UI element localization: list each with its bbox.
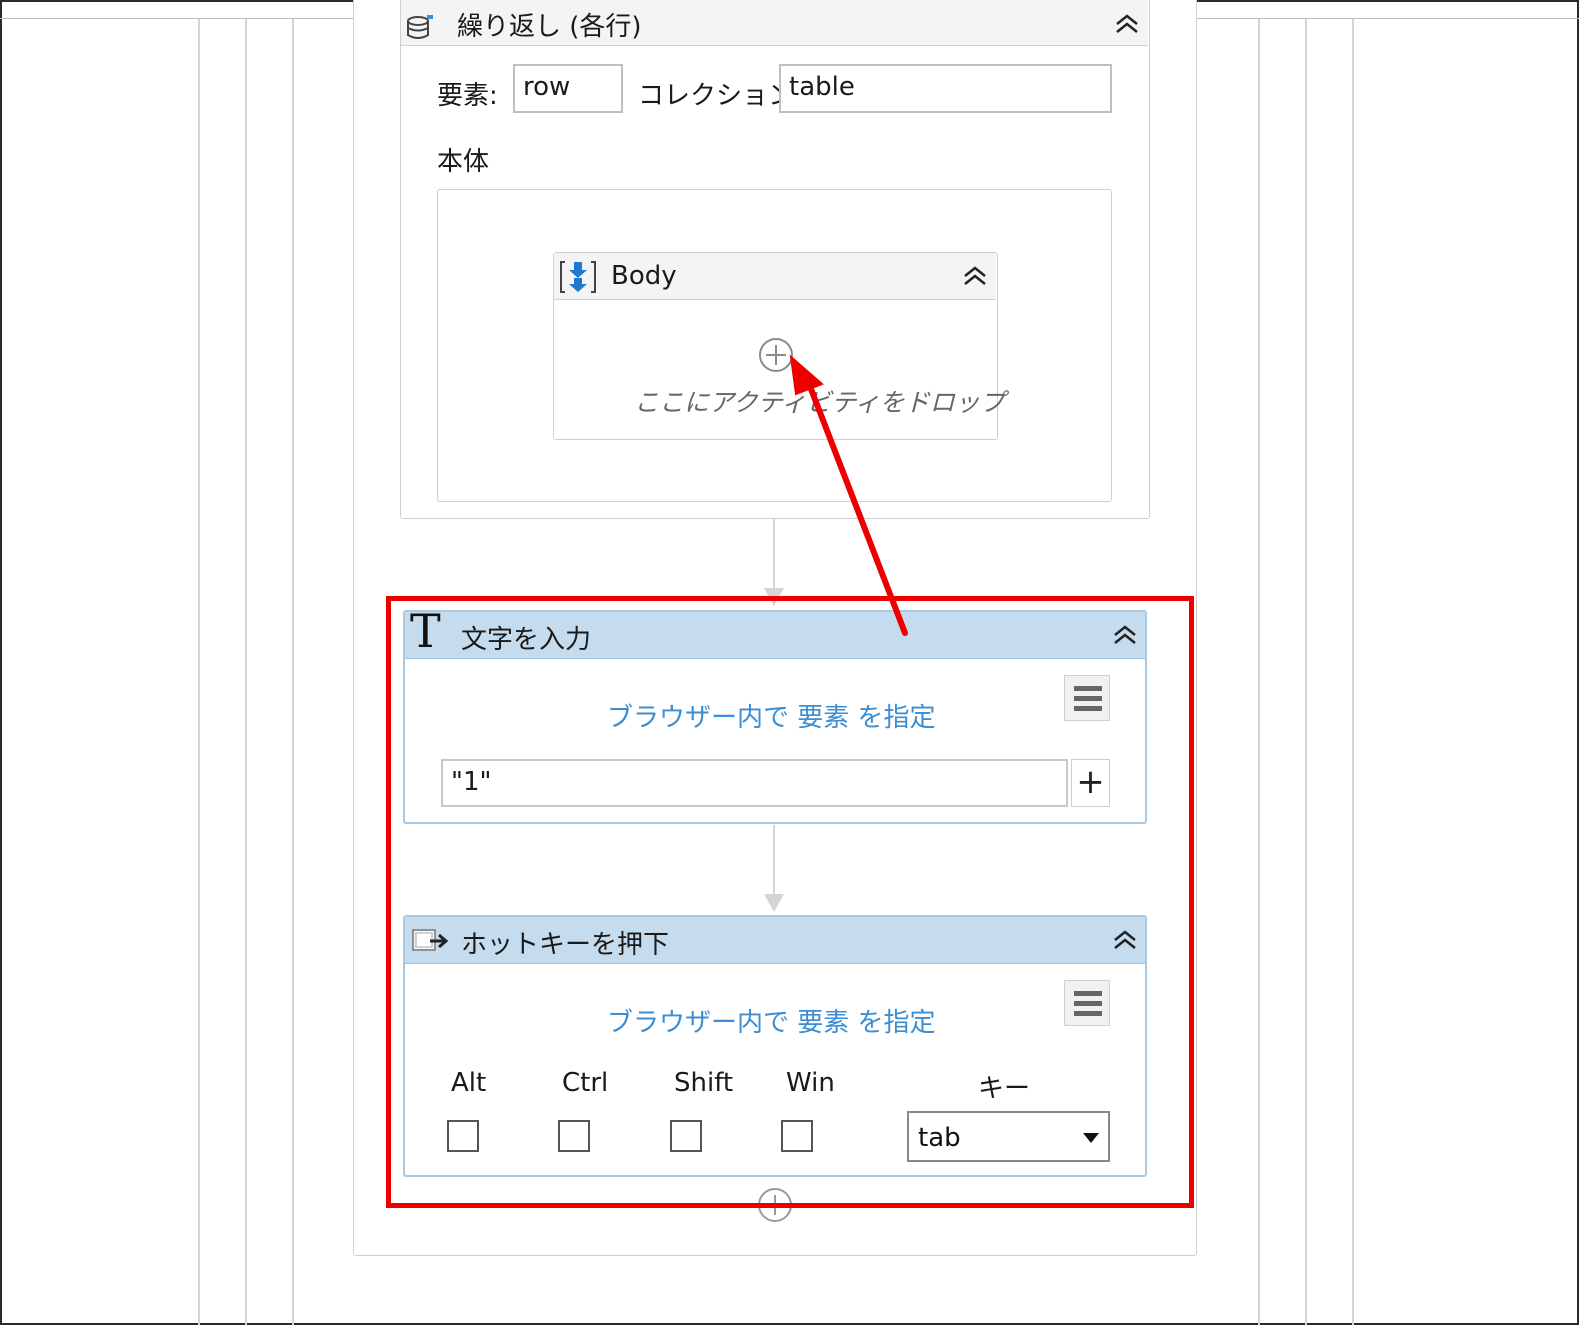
drag-annotation-arrow-icon: [789, 354, 908, 636]
